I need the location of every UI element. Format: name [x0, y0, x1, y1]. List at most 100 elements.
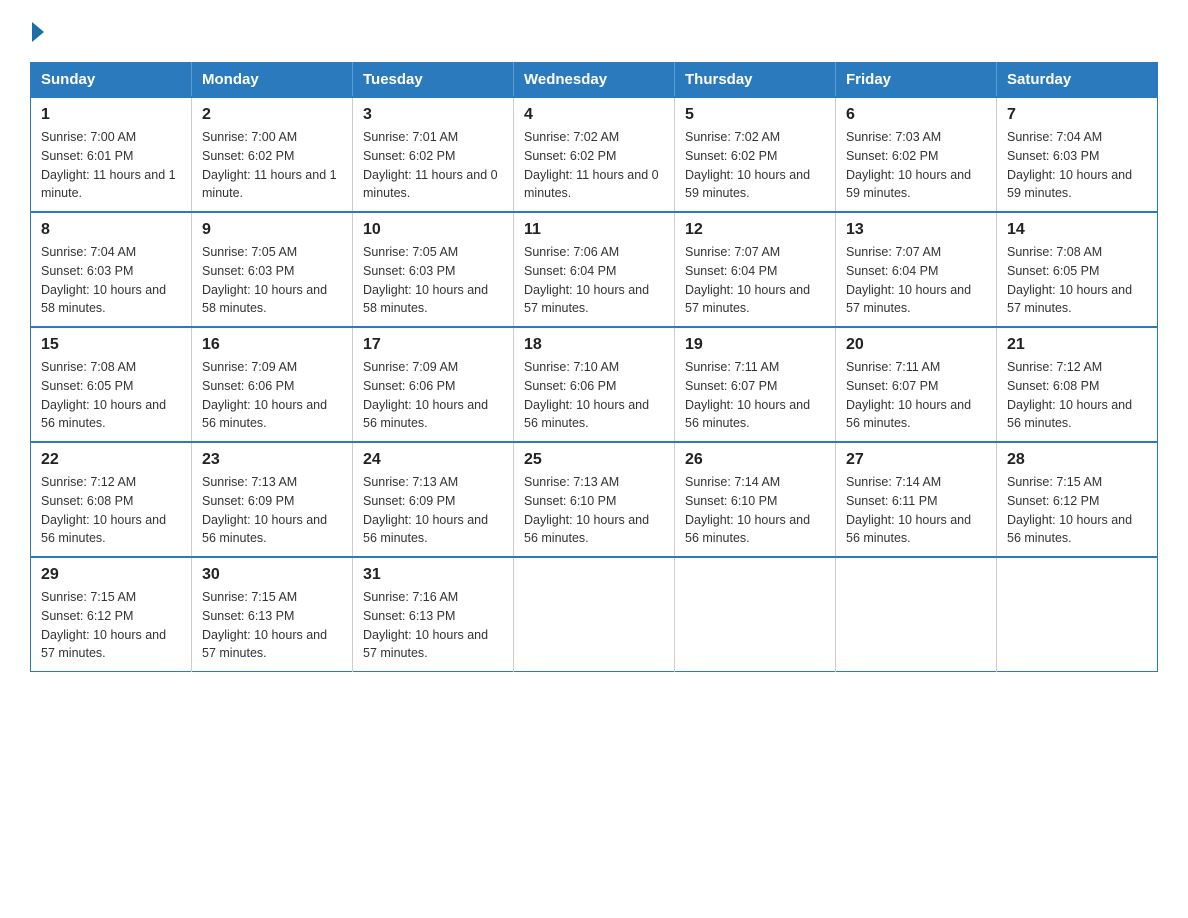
sunset-label: Sunset: 6:03 PM [202, 264, 294, 278]
sunrise-label: Sunrise: 7:05 AM [202, 245, 297, 259]
day-info: Sunrise: 7:02 AM Sunset: 6:02 PM Dayligh… [524, 128, 664, 203]
calendar-day-cell [997, 557, 1158, 672]
calendar-day-cell: 25 Sunrise: 7:13 AM Sunset: 6:10 PM Dayl… [514, 442, 675, 557]
sunrise-label: Sunrise: 7:09 AM [202, 360, 297, 374]
sunset-label: Sunset: 6:11 PM [846, 494, 938, 508]
sunset-label: Sunset: 6:02 PM [363, 149, 455, 163]
daylight-label: Daylight: 10 hours and 57 minutes. [1007, 283, 1132, 316]
day-number: 1 [41, 106, 181, 124]
sunset-label: Sunset: 6:01 PM [41, 149, 133, 163]
calendar-day-cell: 24 Sunrise: 7:13 AM Sunset: 6:09 PM Dayl… [353, 442, 514, 557]
day-number: 24 [363, 451, 503, 469]
calendar-day-cell: 28 Sunrise: 7:15 AM Sunset: 6:12 PM Dayl… [997, 442, 1158, 557]
sunrise-label: Sunrise: 7:13 AM [202, 475, 297, 489]
day-number: 22 [41, 451, 181, 469]
daylight-label: Daylight: 10 hours and 56 minutes. [846, 513, 971, 546]
day-info: Sunrise: 7:10 AM Sunset: 6:06 PM Dayligh… [524, 358, 664, 433]
day-info: Sunrise: 7:15 AM Sunset: 6:13 PM Dayligh… [202, 588, 342, 663]
day-number: 2 [202, 106, 342, 124]
sunrise-label: Sunrise: 7:12 AM [41, 475, 136, 489]
day-info: Sunrise: 7:01 AM Sunset: 6:02 PM Dayligh… [363, 128, 503, 203]
sunset-label: Sunset: 6:09 PM [363, 494, 455, 508]
sunrise-label: Sunrise: 7:01 AM [363, 130, 458, 144]
calendar-day-cell: 22 Sunrise: 7:12 AM Sunset: 6:08 PM Dayl… [31, 442, 192, 557]
calendar-header: SundayMondayTuesdayWednesdayThursdayFrid… [31, 63, 1158, 98]
daylight-label: Daylight: 10 hours and 57 minutes. [524, 283, 649, 316]
daylight-label: Daylight: 10 hours and 56 minutes. [202, 398, 327, 431]
day-info: Sunrise: 7:05 AM Sunset: 6:03 PM Dayligh… [202, 243, 342, 318]
sunset-label: Sunset: 6:05 PM [1007, 264, 1099, 278]
sunrise-label: Sunrise: 7:15 AM [1007, 475, 1102, 489]
daylight-label: Daylight: 10 hours and 59 minutes. [685, 168, 810, 201]
calendar-day-cell: 23 Sunrise: 7:13 AM Sunset: 6:09 PM Dayl… [192, 442, 353, 557]
day-number: 10 [363, 221, 503, 239]
calendar-day-cell: 19 Sunrise: 7:11 AM Sunset: 6:07 PM Dayl… [675, 327, 836, 442]
day-info: Sunrise: 7:15 AM Sunset: 6:12 PM Dayligh… [41, 588, 181, 663]
day-number: 5 [685, 106, 825, 124]
calendar-week-row: 29 Sunrise: 7:15 AM Sunset: 6:12 PM Dayl… [31, 557, 1158, 672]
daylight-label: Daylight: 10 hours and 56 minutes. [846, 398, 971, 431]
daylight-label: Daylight: 10 hours and 58 minutes. [202, 283, 327, 316]
day-info: Sunrise: 7:13 AM Sunset: 6:09 PM Dayligh… [202, 473, 342, 548]
day-number: 11 [524, 221, 664, 239]
day-number: 31 [363, 566, 503, 584]
calendar-day-cell: 2 Sunrise: 7:00 AM Sunset: 6:02 PM Dayli… [192, 97, 353, 212]
sunset-label: Sunset: 6:08 PM [1007, 379, 1099, 393]
daylight-label: Daylight: 10 hours and 56 minutes. [685, 398, 810, 431]
daylight-label: Daylight: 10 hours and 57 minutes. [846, 283, 971, 316]
sunset-label: Sunset: 6:02 PM [202, 149, 294, 163]
daylight-label: Daylight: 10 hours and 56 minutes. [524, 513, 649, 546]
day-number: 21 [1007, 336, 1147, 354]
calendar-body: 1 Sunrise: 7:00 AM Sunset: 6:01 PM Dayli… [31, 97, 1158, 672]
day-info: Sunrise: 7:07 AM Sunset: 6:04 PM Dayligh… [685, 243, 825, 318]
calendar-day-cell: 5 Sunrise: 7:02 AM Sunset: 6:02 PM Dayli… [675, 97, 836, 212]
day-of-week-header: Tuesday [353, 63, 514, 98]
logo-arrow-icon [32, 22, 44, 42]
day-number: 26 [685, 451, 825, 469]
day-of-week-header: Wednesday [514, 63, 675, 98]
day-info: Sunrise: 7:15 AM Sunset: 6:12 PM Dayligh… [1007, 473, 1147, 548]
sunset-label: Sunset: 6:04 PM [524, 264, 616, 278]
sunrise-label: Sunrise: 7:14 AM [685, 475, 780, 489]
sunrise-label: Sunrise: 7:15 AM [41, 590, 136, 604]
calendar-day-cell: 6 Sunrise: 7:03 AM Sunset: 6:02 PM Dayli… [836, 97, 997, 212]
calendar-day-cell: 3 Sunrise: 7:01 AM Sunset: 6:02 PM Dayli… [353, 97, 514, 212]
calendar-day-cell: 18 Sunrise: 7:10 AM Sunset: 6:06 PM Dayl… [514, 327, 675, 442]
day-number: 18 [524, 336, 664, 354]
sunrise-label: Sunrise: 7:08 AM [1007, 245, 1102, 259]
calendar-day-cell: 11 Sunrise: 7:06 AM Sunset: 6:04 PM Dayl… [514, 212, 675, 327]
calendar-day-cell: 1 Sunrise: 7:00 AM Sunset: 6:01 PM Dayli… [31, 97, 192, 212]
header-row: SundayMondayTuesdayWednesdayThursdayFrid… [31, 63, 1158, 98]
sunset-label: Sunset: 6:09 PM [202, 494, 294, 508]
daylight-label: Daylight: 11 hours and 0 minutes. [524, 168, 659, 201]
sunset-label: Sunset: 6:05 PM [41, 379, 133, 393]
sunrise-label: Sunrise: 7:13 AM [363, 475, 458, 489]
sunset-label: Sunset: 6:03 PM [363, 264, 455, 278]
calendar-week-row: 1 Sunrise: 7:00 AM Sunset: 6:01 PM Dayli… [31, 97, 1158, 212]
day-number: 25 [524, 451, 664, 469]
day-info: Sunrise: 7:04 AM Sunset: 6:03 PM Dayligh… [41, 243, 181, 318]
calendar-day-cell: 8 Sunrise: 7:04 AM Sunset: 6:03 PM Dayli… [31, 212, 192, 327]
sunrise-label: Sunrise: 7:12 AM [1007, 360, 1102, 374]
calendar-day-cell [836, 557, 997, 672]
calendar-day-cell: 30 Sunrise: 7:15 AM Sunset: 6:13 PM Dayl… [192, 557, 353, 672]
calendar-day-cell: 9 Sunrise: 7:05 AM Sunset: 6:03 PM Dayli… [192, 212, 353, 327]
sunset-label: Sunset: 6:03 PM [1007, 149, 1099, 163]
calendar-day-cell: 10 Sunrise: 7:05 AM Sunset: 6:03 PM Dayl… [353, 212, 514, 327]
day-info: Sunrise: 7:03 AM Sunset: 6:02 PM Dayligh… [846, 128, 986, 203]
day-of-week-header: Sunday [31, 63, 192, 98]
daylight-label: Daylight: 10 hours and 57 minutes. [363, 628, 488, 661]
sunrise-label: Sunrise: 7:11 AM [685, 360, 779, 374]
day-of-week-header: Thursday [675, 63, 836, 98]
sunset-label: Sunset: 6:10 PM [524, 494, 616, 508]
sunrise-label: Sunrise: 7:06 AM [524, 245, 619, 259]
sunrise-label: Sunrise: 7:00 AM [202, 130, 297, 144]
day-of-week-header: Monday [192, 63, 353, 98]
daylight-label: Daylight: 10 hours and 58 minutes. [41, 283, 166, 316]
day-number: 30 [202, 566, 342, 584]
day-info: Sunrise: 7:00 AM Sunset: 6:01 PM Dayligh… [41, 128, 181, 203]
calendar-day-cell: 4 Sunrise: 7:02 AM Sunset: 6:02 PM Dayli… [514, 97, 675, 212]
daylight-label: Daylight: 10 hours and 57 minutes. [41, 628, 166, 661]
sunrise-label: Sunrise: 7:07 AM [846, 245, 941, 259]
day-info: Sunrise: 7:11 AM Sunset: 6:07 PM Dayligh… [685, 358, 825, 433]
